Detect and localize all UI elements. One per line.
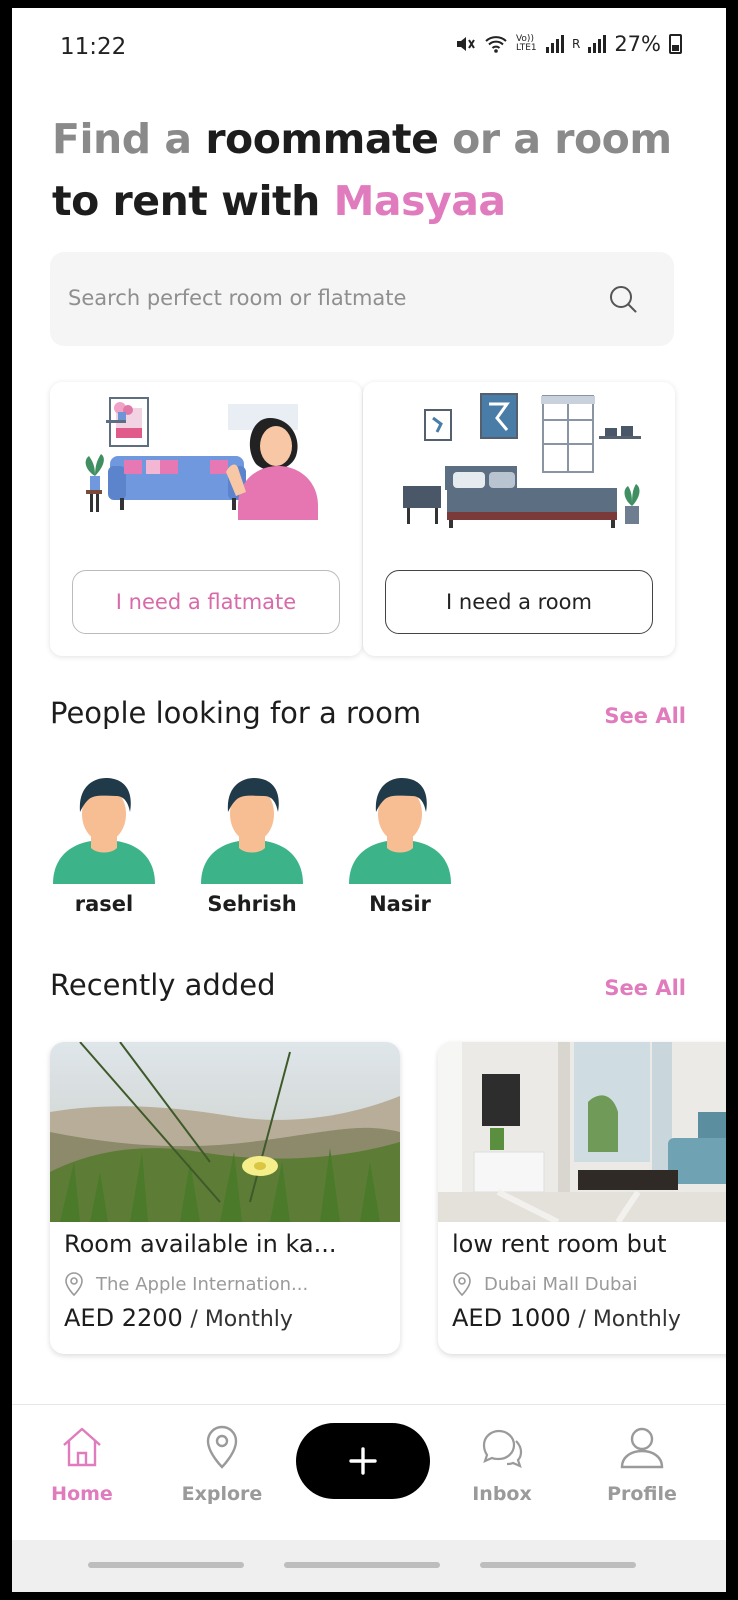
signal-icon — [545, 35, 564, 53]
search-bar[interactable] — [50, 252, 674, 346]
listing-price: AED 2200 — [64, 1304, 183, 1332]
listing-location-text: The Apple Internation... — [96, 1273, 309, 1295]
status-time: 11:22 — [60, 34, 127, 60]
person-card[interactable]: rasel — [44, 772, 164, 932]
avatar — [53, 778, 155, 884]
hero-text-4: to rent with — [52, 177, 334, 225]
search-icon[interactable] — [608, 284, 638, 314]
nav-profile[interactable]: Profile — [582, 1423, 702, 1505]
signal-icon-2 — [588, 35, 607, 53]
add-listing-button[interactable] — [296, 1423, 430, 1499]
listing-period: / Monthly — [578, 1307, 681, 1332]
gesture-handle — [88, 1562, 244, 1568]
listing-price-row: AED 2200 / Monthly — [64, 1304, 293, 1332]
nav-explore-label: Explore — [181, 1483, 263, 1505]
need-room-button[interactable]: I need a room — [385, 570, 653, 634]
listing-title: low rent room but — [452, 1230, 667, 1258]
listing-period: / Monthly — [190, 1307, 293, 1332]
bedroom-illustration — [403, 393, 641, 528]
nav-inbox-label: Inbox — [472, 1483, 532, 1505]
status-bar: 11:22 Vo)) LTE1 R 27% — [12, 8, 726, 88]
location-pin-icon — [65, 1272, 83, 1296]
app-screen: 11:22 Vo)) LTE1 R 27% Find a roommate or… — [12, 8, 726, 1592]
room-card[interactable]: I need a room — [363, 382, 675, 656]
wifi-icon — [485, 36, 507, 53]
listing-location: The Apple Internation... — [64, 1272, 308, 1296]
nav-inbox[interactable]: Inbox — [442, 1423, 562, 1505]
hero-text-3: or a room — [438, 115, 672, 163]
plus-icon — [349, 1447, 377, 1475]
sim-label: R — [571, 37, 581, 51]
nav-explore[interactable]: Explore — [162, 1423, 282, 1505]
person-card[interactable]: Sehrish — [192, 772, 312, 932]
nav-profile-label: Profile — [607, 1483, 677, 1505]
battery-icon — [669, 34, 682, 54]
person-name: Nasir — [369, 892, 431, 916]
recent-see-all-link[interactable]: See All — [604, 976, 686, 1000]
listing-price-row: AED 1000 / Monthly — [452, 1304, 681, 1332]
home-icon — [63, 1427, 101, 1467]
person-name: rasel — [74, 892, 134, 916]
listing-photo — [438, 1042, 726, 1222]
nav-home-label: Home — [51, 1483, 113, 1505]
listing-card[interactable]: low rent room but Dubai Mall Dubai AED 1… — [438, 1042, 726, 1354]
bottom-nav: Home Explore Inbox Profile — [12, 1404, 726, 1540]
chat-bubbles-icon — [482, 1429, 523, 1468]
location-pin-icon — [206, 1425, 238, 1469]
person-card[interactable]: Nasir — [340, 772, 460, 932]
listing-title: Room available in ka... — [64, 1230, 337, 1258]
listing-card[interactable]: Room available in ka... The Apple Intern… — [50, 1042, 400, 1354]
recent-section-title: Recently added — [50, 968, 276, 1002]
avatar — [201, 778, 303, 884]
status-icons: Vo)) LTE1 R 27% — [454, 32, 682, 56]
gesture-handle — [284, 1562, 440, 1568]
listing-photo — [50, 1042, 400, 1222]
gesture-handle — [480, 1562, 636, 1568]
people-see-all-link[interactable]: See All — [604, 704, 686, 728]
hero-text-1: Find a — [52, 115, 206, 163]
need-flatmate-button[interactable]: I need a flatmate — [72, 570, 340, 634]
mute-icon — [456, 37, 475, 51]
user-icon — [620, 1427, 664, 1469]
listing-location-text: Dubai Mall Dubai — [484, 1273, 638, 1295]
gesture-bar — [12, 1540, 726, 1592]
hero-text-2: roommate — [205, 115, 439, 163]
battery-percent: 27% — [614, 32, 661, 56]
person-sofa-illustration — [85, 397, 318, 520]
hero-heading: Find a roommate or a room to rent with M… — [52, 108, 692, 232]
flatmate-card[interactable]: I need a flatmate — [50, 382, 362, 656]
person-name: Sehrish — [207, 892, 297, 916]
brand-name: Masyaa — [333, 177, 506, 225]
avatar — [349, 778, 451, 884]
listing-price: AED 1000 — [452, 1304, 571, 1332]
search-input[interactable] — [68, 274, 588, 322]
people-section-title: People looking for a room — [50, 696, 422, 730]
listing-location: Dubai Mall Dubai — [452, 1272, 637, 1296]
nav-home[interactable]: Home — [22, 1423, 142, 1505]
network-label: Vo)) LTE1 — [515, 34, 537, 53]
location-pin-icon — [453, 1272, 471, 1296]
